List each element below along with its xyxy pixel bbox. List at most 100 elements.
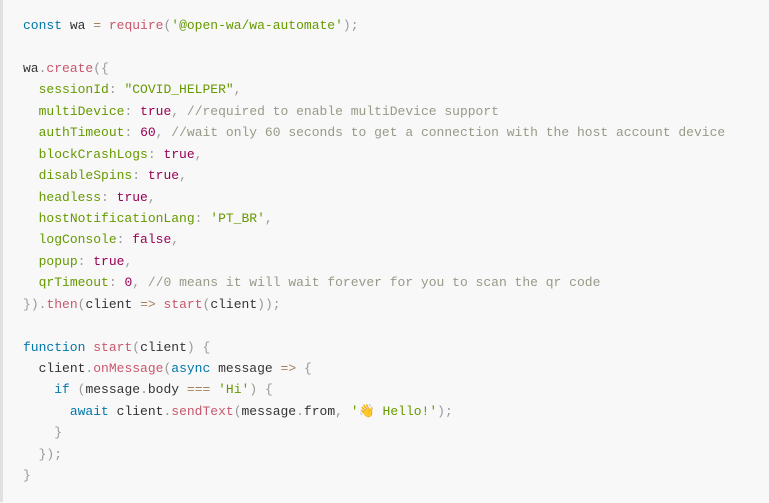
operator: === [187,382,210,397]
indent [23,211,39,226]
punct: ( [93,61,101,76]
punct: ; [54,447,62,462]
punct: : [109,275,117,290]
property: disableSpins [39,168,133,183]
punct: , [124,254,132,269]
property: authTimeout [39,125,125,140]
punct: , [179,168,187,183]
keyword-async: async [171,361,210,376]
boolean: true [148,168,179,183]
punct: ; [273,297,281,312]
method: then [46,297,77,312]
property: blockCrashLogs [39,147,148,162]
punct: } [23,468,31,483]
identifier: message [242,404,297,419]
punct: , [171,104,179,119]
punct: , [265,211,273,226]
indent [23,254,39,269]
property: hostNotificationLang [39,211,195,226]
comment: //0 means it will wait forever for you t… [148,275,600,290]
punct: ( [234,404,242,419]
property: qrTimeout [39,275,109,290]
string: 'Hi' [218,382,249,397]
punct: ) [257,297,265,312]
punct: , [148,190,156,205]
string: "COVID_HELPER" [124,82,233,97]
punct: . [140,382,148,397]
identifier: message [85,382,140,397]
boolean: true [93,254,124,269]
punct: } [23,297,31,312]
punct: , [335,404,343,419]
function-call: require [101,18,163,33]
indent [23,404,70,419]
punct: : [148,147,156,162]
indent [23,147,39,162]
property-access: from [304,404,335,419]
keyword-await: await [70,404,109,419]
punct: : [132,168,140,183]
boolean: false [132,232,171,247]
identifier: wa [62,18,93,33]
comment: //required to enable multiDevice support [187,104,499,119]
punct: ( [132,340,140,355]
punct: ) [265,297,273,312]
punct: : [109,82,117,97]
indent [23,361,39,376]
property: sessionId [39,82,109,97]
punct: ) [31,297,39,312]
indent [23,425,54,440]
indent [23,190,39,205]
punct: ; [445,404,453,419]
keyword-const: const [23,18,62,33]
identifier: wa [23,61,39,76]
arrow: => [140,297,156,312]
property: popup [39,254,78,269]
punct: , [171,232,179,247]
identifier: client [210,297,257,312]
indent [23,168,39,183]
boolean: true [117,190,148,205]
punct: ) [249,382,257,397]
arrow: => [281,361,297,376]
comment: //wait only 60 seconds to get a connecti… [171,125,725,140]
code-block: const wa = require ( '@open-wa/wa-automate… [23,15,749,487]
punct: , [195,147,203,162]
method: create [46,61,93,76]
identifier: client [117,404,164,419]
boolean: true [163,147,194,162]
punct: ) [187,340,195,355]
function-call: start [164,297,203,312]
keyword-function: function [23,340,85,355]
punct: ) [343,18,351,33]
punct: } [54,425,62,440]
indent [23,232,39,247]
property: logConsole [39,232,117,247]
boolean: true [140,104,171,119]
number: 60 [140,125,156,140]
string: '@open-wa/wa-automate' [171,18,343,33]
string: '👋 Hello!' [351,404,437,419]
punct: ) [437,404,445,419]
indent [23,275,39,290]
punct: { [265,382,273,397]
punct: , [132,275,140,290]
string: 'PT_BR' [210,211,265,226]
param: message [218,361,280,376]
indent [23,82,39,97]
punct: , [234,82,242,97]
punct: { [304,361,312,376]
indent [23,382,54,397]
identifier: client [39,361,86,376]
punct: { [101,61,109,76]
punct: . [296,404,304,419]
property: multiDevice [39,104,125,119]
punct: : [101,190,109,205]
method: sendText [171,404,233,419]
function-name: start [93,340,132,355]
punct: { [203,340,211,355]
method: onMessage [93,361,163,376]
indent [23,125,39,140]
param: client [140,340,187,355]
operator: = [93,18,101,33]
